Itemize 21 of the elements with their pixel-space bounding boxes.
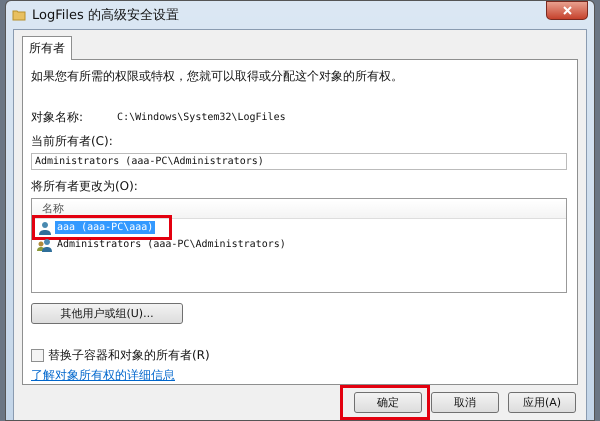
object-name-label: 对象名称:: [31, 109, 84, 126]
object-name-value: C:\Windows\System32\LogFiles: [117, 112, 286, 123]
current-owner-label: 当前所有者(C):: [31, 133, 114, 150]
owner-list-item[interactable]: Administrators (aaa-PC\Administrators): [32, 236, 566, 254]
dialog-button[interactable]: 取消: [431, 392, 499, 413]
close-icon: [562, 6, 572, 15]
description-text: 如果您有所需的权限或特权，您就可以取得或分配这个对象的所有权。: [31, 68, 404, 85]
window-title: LogFiles 的高级安全设置: [32, 7, 179, 24]
tab[interactable]: 所有者: [22, 36, 72, 60]
help-link[interactable]: 了解对象所有权的详细信息: [31, 368, 175, 382]
other-users-button[interactable]: 其他用户或组(U)...: [31, 303, 183, 324]
user-icon: [37, 220, 53, 235]
current-owner-field[interactable]: Administrators (aaa-PC\Administrators): [31, 153, 567, 170]
change-owner-label: 将所有者更改为(O):: [31, 178, 139, 196]
user-group-icon: [37, 238, 53, 252]
dialog-button[interactable]: 应用(A): [508, 392, 576, 413]
dialog-button[interactable]: 确定: [354, 392, 422, 413]
folder-icon: [12, 8, 26, 22]
checkbox-label: 替换子容器和对象的所有者(R): [48, 347, 210, 364]
close-button[interactable]: [546, 1, 588, 20]
checkbox[interactable]: [31, 349, 44, 362]
